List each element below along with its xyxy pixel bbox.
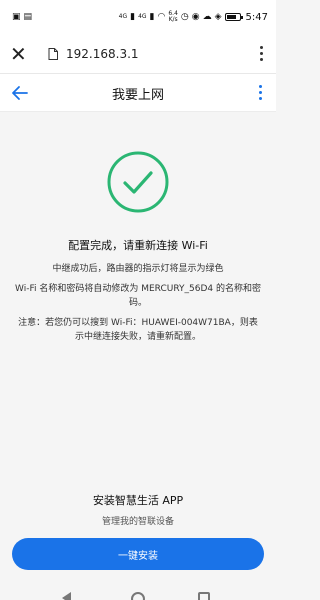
page-icon — [48, 47, 58, 60]
status-right: 4G ▮ 4G ▮ ◠ 6.4 K/s ◷ ◉ ☁ ◈ 5:47 — [119, 11, 268, 23]
url-display[interactable]: 192.168.3.1 — [66, 47, 139, 61]
app-header: 我要上网 — [0, 74, 276, 112]
wifi-icon: ◠ — [157, 11, 166, 22]
notification-icon-2: ▤ — [23, 11, 33, 22]
failure-note: 注意：若您仍可以搜到 Wi-Fi：HUAWEI-004W71BA，则表示中继连接… — [18, 318, 258, 342]
install-app-title: 安装智慧生活 APP — [92, 494, 184, 507]
network-speed: 6.4 K/s — [168, 10, 178, 23]
nav-recent-apps-icon[interactable] — [198, 592, 210, 600]
cloud-icon: ☁ — [202, 11, 212, 22]
system-nav-bar — [0, 580, 276, 600]
clock: 5:47 — [245, 11, 268, 23]
battery-icon — [224, 13, 243, 21]
browser-address-bar: ✕ 192.168.3.1 — [0, 34, 276, 74]
app-menu-icon[interactable] — [259, 85, 262, 100]
status-left: ▣ ▤ — [12, 11, 33, 22]
sim1-indicator: 4G — [118, 13, 128, 20]
signal-icon-2: ▮ — [149, 11, 155, 22]
alarm-icon: ◷ — [180, 11, 189, 22]
notification-icon: ▣ — [12, 11, 21, 22]
eye-comfort-icon: ◉ — [191, 11, 200, 22]
browser-menu-icon[interactable] — [256, 46, 266, 61]
signal-icon: ▮ — [130, 11, 136, 22]
nav-back-icon[interactable] — [62, 592, 71, 600]
sim2-indicator: 4G — [138, 13, 147, 20]
close-icon[interactable]: ✕ — [10, 44, 32, 64]
one-click-install-button[interactable]: 一键安装 — [12, 538, 264, 570]
nav-home-icon[interactable] — [131, 592, 145, 600]
install-app-subtitle: 管理我的智联设备 — [101, 517, 174, 527]
success-headline: 配置完成，请重新连接 Wi-Fi — [68, 239, 208, 252]
wifi-rename-note: Wi-Fi 名称和密码将自动修改为 MERCURY_56D4 的名称和密码。 — [15, 284, 261, 308]
status-bar: ▣ ▤ 4G ▮ 4G ▮ ◠ 6.4 K/s ◷ ◉ ☁ ◈ 5:47 — [0, 0, 276, 34]
nfc-icon: ◈ — [214, 11, 222, 22]
indicator-note: 中继成功后，路由器的指示灯将显示为绿色 — [52, 264, 224, 274]
success-check-icon — [107, 151, 169, 213]
page-title: 我要上网 — [111, 88, 164, 103]
